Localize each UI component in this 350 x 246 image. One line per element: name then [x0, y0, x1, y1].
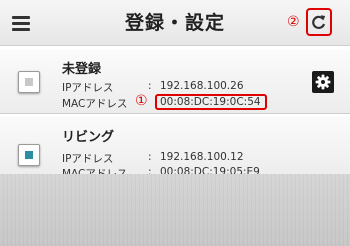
header-bar: 登録・設定 ② — [0, 0, 350, 46]
device-status-icon — [18, 144, 40, 166]
mac-highlight-box — [155, 94, 267, 110]
device-settings-button[interactable] — [312, 71, 334, 93]
ip-value: 192.168.100.12 — [160, 151, 244, 163]
ip-label: IPアドレス — [62, 82, 114, 94]
device-name: 未登録 — [62, 62, 102, 77]
status-indicator — [25, 151, 33, 159]
ip-label: IPアドレス — [62, 153, 114, 165]
annotation-marker-one: ① — [135, 93, 148, 109]
refresh-icon — [312, 15, 326, 29]
ip-value: 192.168.100.26 — [160, 80, 244, 92]
device-item-living[interactable]: リビング IPアドレス : 192.168.100.12 MACアドレス : 0… — [0, 116, 350, 180]
device-name: リビング — [62, 130, 115, 145]
refresh-button[interactable] — [306, 8, 332, 36]
gear-icon — [315, 74, 331, 90]
annotation-marker-two: ② — [287, 14, 300, 30]
colon: : — [148, 80, 152, 92]
device-status-icon — [18, 71, 40, 93]
colon: : — [148, 151, 152, 163]
empty-list-area — [0, 174, 350, 246]
device-item-unregistered[interactable]: 未登録 IPアドレス : 192.168.100.26 MACアドレス 00:0… — [0, 50, 350, 114]
status-indicator — [25, 78, 33, 86]
mac-label: MACアドレス — [62, 98, 128, 110]
